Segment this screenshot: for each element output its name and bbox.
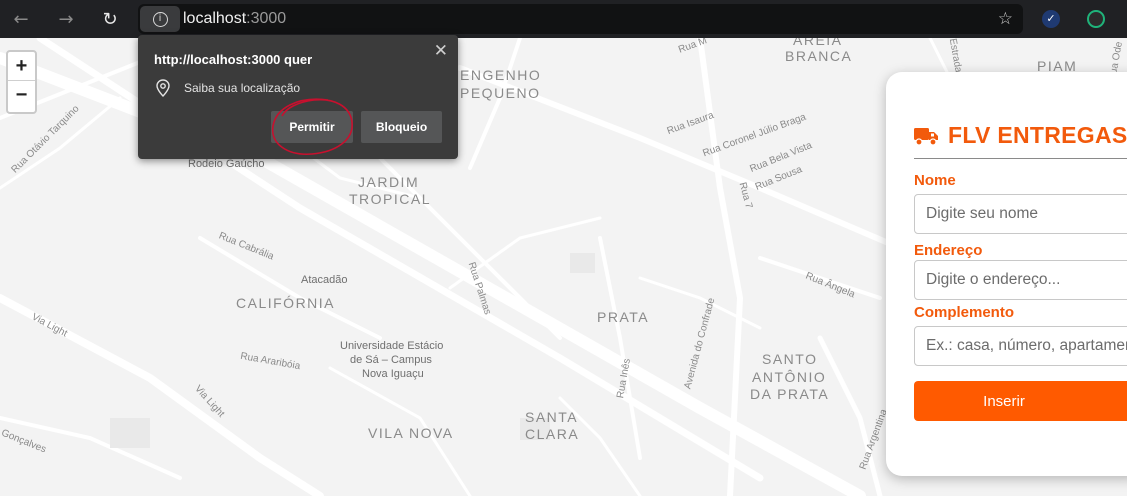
map-label-rodeio: Rodeio Gaúcho [188,158,265,170]
delivery-form-card: FLV ENTREGAS Nome Endereço Complemento I… [886,72,1127,476]
add-favorite-icon[interactable]: ☆ [998,9,1013,29]
name-input[interactable] [914,194,1127,234]
map-label-jardim-2: TROPICAL [349,191,432,207]
info-icon: i [152,11,168,27]
map-label-santo-2: ANTÔNIO [752,369,827,385]
map-label-santo: SANTO [762,351,818,367]
block-button[interactable]: Bloqueio [361,111,442,143]
zoom-control: + − [6,50,37,114]
url-text[interactable]: localhost:3000 [183,10,286,28]
red-annotation-circle [272,98,353,155]
zoom-out-button[interactable]: − [8,81,35,110]
reload-icon[interactable]: ↻ [94,4,126,34]
map-label-jardim: JARDIM [358,174,420,190]
address-input[interactable] [914,260,1127,300]
location-pin-icon [156,79,170,97]
complement-label: Complemento [914,304,1015,321]
complement-input[interactable] [914,326,1127,366]
form-title: FLV ENTREGAS [948,122,1127,148]
zoom-in-button[interactable]: + [8,52,35,81]
address-bar[interactable]: i localhost:3000 ☆ [138,4,1023,34]
close-icon[interactable]: ✕ [434,41,448,61]
popup-title: http://localhost:3000 quer [154,52,313,67]
forward-icon[interactable]: → [50,4,82,34]
map-label-universidade-2: de Sá – Campus [350,354,432,366]
map-label-vila-nova: VILA NOVA [368,425,454,441]
insert-button[interactable]: Inserir [914,381,1127,421]
card-header: FLV ENTREGAS [914,122,1127,149]
map-label-universidade: Universidade Estácio [340,340,444,352]
url-host: localhost [183,10,247,27]
title-divider [914,158,1127,159]
map-label-engenho: ENGENHO [460,67,542,83]
popup-description: Saiba sua localização [184,81,301,95]
map-label-universidade-3: Nova Iguaçu [362,368,424,380]
extension-icon[interactable] [1087,10,1105,28]
name-label: Nome [914,172,956,189]
map-label-atacadao: Atacadão [301,274,348,286]
address-label: Endereço [914,242,983,259]
map-label-engenho-2: PEQUENO [460,85,541,101]
map-label-areia: AREIA [793,38,843,48]
truck-icon [914,127,938,146]
browser-toolbar: ← → ↻ i localhost:3000 ☆ ✓ [0,0,1127,38]
extension-check-icon[interactable]: ✓ [1042,10,1060,28]
map-label-prata: PRATA [597,309,650,325]
back-icon[interactable]: ← [5,4,37,34]
site-info-button[interactable]: i [140,6,180,32]
url-port: :3000 [246,10,287,27]
map-label-santa: SANTA [525,409,579,425]
map-label-california: CALIFÓRNIA [236,295,336,311]
map-label-santo-3: DA PRATA [750,386,830,402]
map-label-areia-2: BRANCA [785,48,853,64]
map-label-santa-2: CLARA [525,426,580,442]
